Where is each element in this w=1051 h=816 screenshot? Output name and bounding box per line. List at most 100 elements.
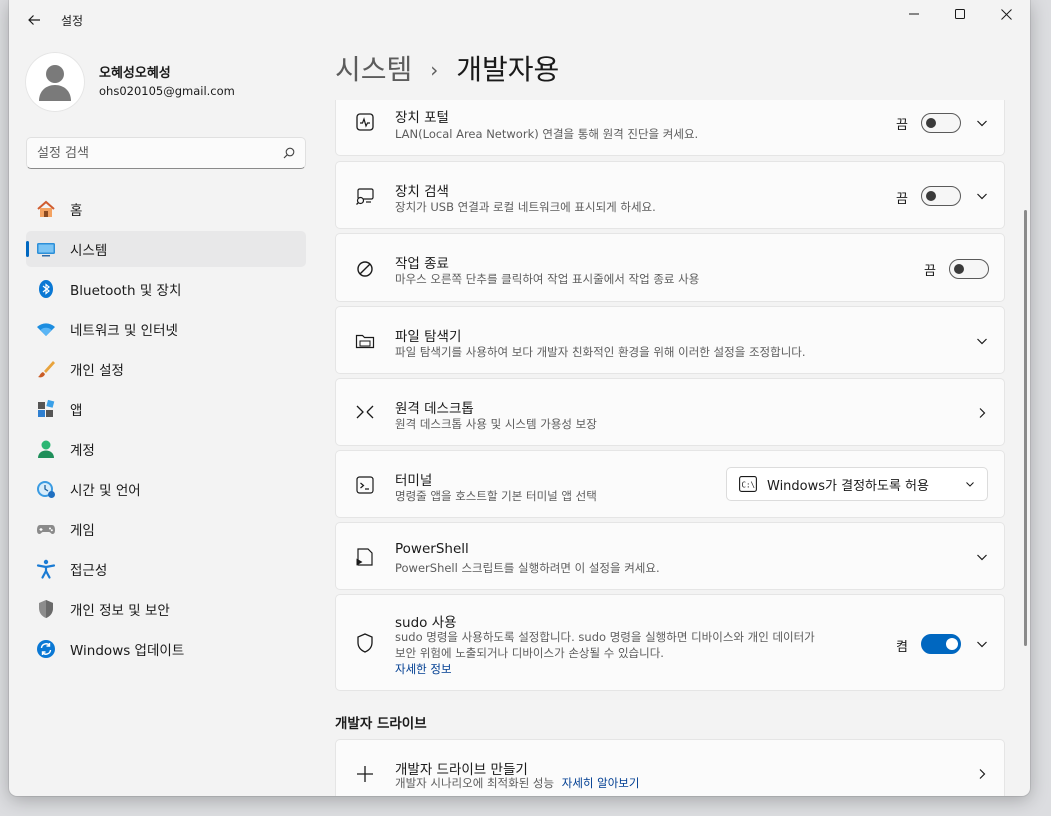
setting-terminal[interactable]: 터미널 명령줄 앱을 호스트할 기본 터미널 앱 선택 C:\ Windows가… bbox=[335, 450, 1005, 518]
learn-more-link[interactable]: 자세히 알아보기 bbox=[562, 776, 640, 790]
sidebar-item-privacy[interactable]: 개인 정보 및 보안 bbox=[26, 591, 306, 627]
close-icon bbox=[1000, 8, 1012, 20]
page-title: 개발자용 bbox=[456, 53, 560, 86]
setting-description: LAN(Local Area Network) 연결을 통해 원격 진단을 켜세… bbox=[395, 127, 699, 141]
setting-powershell[interactable]: PowerShell PowerShell 스크립트를 실행하려면 이 설정을 … bbox=[335, 522, 1005, 590]
sidebar-nav: 홈 시스템 Bluetooth 및 장치 네트워크 및 인터넷 개인 설정 앱 … bbox=[26, 191, 306, 671]
setting-sudo[interactable]: sudo 사용 sudo 명령을 사용하도록 설정합니다. sudo 명령을 실… bbox=[335, 594, 1005, 691]
sidebar-item-label: 게임 bbox=[70, 523, 95, 539]
chevron-down-icon[interactable] bbox=[974, 549, 990, 565]
title-bar: 설정 bbox=[9, 0, 1030, 40]
chevron-right-icon[interactable] bbox=[974, 405, 990, 421]
search-icon bbox=[283, 147, 295, 159]
section-title-dev-drive: 개발자 드라이브 bbox=[335, 716, 427, 732]
person-icon bbox=[39, 65, 71, 101]
back-button[interactable] bbox=[21, 7, 47, 33]
breadcrumb-parent[interactable]: 시스템 bbox=[335, 50, 412, 90]
activity-icon bbox=[354, 111, 376, 133]
content-scrollbar[interactable] bbox=[1024, 210, 1027, 646]
gamepad-icon bbox=[36, 519, 56, 539]
close-button[interactable] bbox=[983, 0, 1029, 28]
shield-outline-icon bbox=[354, 632, 376, 654]
sidebar-item-accessibility[interactable]: 접근성 bbox=[26, 551, 306, 587]
device-portal-toggle[interactable] bbox=[921, 113, 961, 133]
setting-title: 원격 데스크톱 bbox=[395, 401, 474, 417]
chevron-down-icon[interactable] bbox=[974, 115, 990, 131]
setting-file-explorer[interactable]: 파일 탐색기 파일 탐색기를 사용하여 보다 개발자 친화적인 환경을 위해 이… bbox=[335, 306, 1005, 374]
minimize-icon bbox=[909, 13, 919, 15]
sidebar-item-gaming[interactable]: 게임 bbox=[26, 511, 306, 547]
chevron-down-icon[interactable] bbox=[974, 188, 990, 204]
setting-create-dev-drive[interactable]: 개발자 드라이브 만들기 개발자 시나리오에 최적화된 성능 자세히 알아보기 bbox=[335, 739, 1005, 796]
back-arrow-icon bbox=[28, 15, 40, 25]
breadcrumb: 시스템 › 개발자용 bbox=[335, 50, 559, 90]
sidebar-item-bluetooth[interactable]: Bluetooth 및 장치 bbox=[26, 271, 306, 307]
toggle-state-label: 끔 bbox=[896, 118, 908, 133]
breadcrumb-separator: › bbox=[430, 58, 439, 82]
sidebar-item-label: Bluetooth 및 장치 bbox=[70, 283, 182, 299]
wifi-icon bbox=[36, 319, 56, 339]
powershell-icon bbox=[354, 546, 376, 568]
sidebar-item-label: 계정 bbox=[70, 443, 95, 459]
end-task-toggle[interactable] bbox=[949, 259, 989, 279]
dropdown-selected-value: Windows가 결정하도록 허용 bbox=[767, 478, 929, 494]
setting-description-line2: 보안 위험에 노출되거나 디바이스가 손상될 수 있습니다. bbox=[395, 646, 664, 660]
chevron-right-icon[interactable] bbox=[974, 766, 990, 782]
update-icon bbox=[36, 639, 56, 659]
setting-title: 터미널 bbox=[395, 473, 433, 489]
device-discovery-toggle[interactable] bbox=[921, 186, 961, 206]
profile-email: ohs020105@gmail.com bbox=[99, 84, 235, 98]
sidebar-item-label: 접근성 bbox=[70, 563, 108, 579]
avatar bbox=[25, 52, 85, 112]
setting-description: 파일 탐색기를 사용하여 보다 개발자 친화적인 환경을 위해 이러한 설정을 … bbox=[395, 345, 806, 359]
device-search-icon bbox=[354, 185, 376, 207]
apps-icon bbox=[36, 399, 56, 419]
search-box[interactable] bbox=[26, 137, 306, 169]
maximize-button[interactable] bbox=[937, 0, 983, 28]
setting-device-portal[interactable]: 장치 포털 LAN(Local Area Network) 연결을 통해 원격 … bbox=[335, 100, 1005, 156]
setting-description: 장치가 USB 연결과 로컬 네트워크에 표시되게 하세요. bbox=[395, 200, 656, 214]
settings-window: 설정 오혜성오혜성 ohs020105@gmail.com 홈 bbox=[9, 0, 1030, 796]
shield-icon bbox=[36, 599, 56, 619]
minimize-button[interactable] bbox=[891, 0, 937, 28]
chevron-down-icon[interactable] bbox=[974, 333, 990, 349]
search-input[interactable] bbox=[37, 145, 283, 161]
chevron-down-icon[interactable] bbox=[974, 636, 990, 652]
sidebar-item-system[interactable]: 시스템 bbox=[26, 231, 306, 267]
user-profile[interactable]: 오혜성오혜성 ohs020105@gmail.com bbox=[25, 52, 235, 112]
svg-text:C:\: C:\ bbox=[742, 481, 756, 490]
toggle-state-label: 켬 bbox=[896, 640, 908, 655]
block-icon bbox=[354, 258, 376, 280]
sidebar-item-network[interactable]: 네트워크 및 인터넷 bbox=[26, 311, 306, 347]
sidebar-item-time-language[interactable]: 시간 및 언어 bbox=[26, 471, 306, 507]
sudo-toggle[interactable] bbox=[921, 634, 961, 654]
terminal-app-dropdown[interactable]: C:\ Windows가 결정하도록 허용 bbox=[726, 467, 988, 501]
sidebar-item-windows-update[interactable]: Windows 업데이트 bbox=[26, 631, 306, 667]
terminal-icon bbox=[354, 474, 376, 496]
setting-device-discovery[interactable]: 장치 검색 장치가 USB 연결과 로컬 네트워크에 표시되게 하세요. 끔 bbox=[335, 161, 1005, 229]
setting-description: 개발자 시나리오에 최적화된 성능 자세히 알아보기 bbox=[395, 775, 639, 791]
settings-content: 장치 포털 LAN(Local Area Network) 연결을 통해 원격 … bbox=[335, 100, 1005, 796]
learn-more-link[interactable]: 자세한 정보 bbox=[395, 661, 452, 677]
setting-end-task[interactable]: 작업 종료 마우스 오른쪽 단추를 클릭하여 작업 표시줄에서 작업 종료 사용… bbox=[335, 233, 1005, 302]
toggle-state-label: 끔 bbox=[924, 264, 936, 279]
chevron-down-icon bbox=[966, 482, 974, 487]
home-icon bbox=[36, 199, 56, 219]
setting-description: 마우스 오른쪽 단추를 클릭하여 작업 표시줄에서 작업 종료 사용 bbox=[395, 272, 700, 286]
toggle-state-label: 끔 bbox=[896, 192, 908, 207]
setting-description-line1: sudo 명령을 사용하도록 설정합니다. sudo 명령을 실행하면 디바이스… bbox=[395, 630, 815, 644]
setting-title: 작업 종료 bbox=[395, 256, 449, 272]
cmd-icon: C:\ bbox=[739, 476, 757, 492]
setting-title: 파일 탐색기 bbox=[395, 329, 462, 345]
folder-icon bbox=[354, 330, 376, 352]
brush-icon bbox=[36, 359, 56, 379]
sidebar-item-apps[interactable]: 앱 bbox=[26, 391, 306, 427]
setting-remote-desktop[interactable]: 원격 데스크톱 원격 데스크톱 사용 및 시스템 가용성 보장 bbox=[335, 378, 1005, 446]
sidebar-item-personalization[interactable]: 개인 설정 bbox=[26, 351, 306, 387]
profile-name: 오혜성오혜성 bbox=[99, 66, 171, 81]
setting-title: 장치 포털 bbox=[395, 110, 449, 126]
app-title: 설정 bbox=[61, 14, 84, 28]
sidebar-item-accounts[interactable]: 계정 bbox=[26, 431, 306, 467]
sidebar-item-home[interactable]: 홈 bbox=[26, 191, 306, 227]
setting-description: 명령줄 앱을 호스트할 기본 터미널 앱 선택 bbox=[395, 489, 597, 503]
